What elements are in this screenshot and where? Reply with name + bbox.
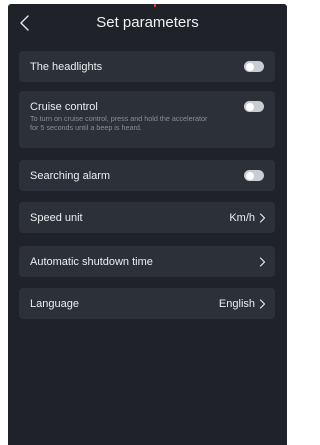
speed-unit-value: Km/h (229, 212, 255, 224)
cruise-description-line1: To turn on cruise control, press and hol… (30, 114, 208, 123)
language-value: English (218, 298, 255, 310)
setting-row-searching-alarm: Searching alarm (19, 160, 275, 191)
setting-label-searching-alarm: Searching alarm (30, 170, 111, 182)
toggle-knob (245, 171, 254, 180)
setting-row-cruise-control: Cruise control To turn on cruise control… (19, 91, 275, 148)
setting-label-cruise-control: Cruise control (30, 101, 98, 113)
chevron-right-icon (259, 257, 266, 267)
setting-label-language: Language (30, 298, 79, 310)
searching-alarm-toggle[interactable] (244, 170, 264, 181)
toggle-knob (245, 102, 254, 111)
setting-label-shutdown-time: Automatic shutdown time (30, 256, 153, 268)
settings-screen: Set parameters The headlights Cruise con… (8, 4, 287, 445)
chevron-right-icon (259, 299, 266, 309)
setting-label-headlights: The headlights (30, 61, 103, 73)
headlights-toggle[interactable] (244, 61, 264, 72)
cruise-control-toggle[interactable] (244, 101, 264, 112)
toggle-knob (245, 62, 254, 71)
cruise-control-description: To turn on cruise control, press and hol… (30, 114, 245, 132)
setting-label-speed-unit: Speed unit (30, 212, 83, 224)
setting-row-language[interactable]: Language English (19, 288, 275, 319)
setting-row-headlights: The headlights (19, 51, 275, 82)
page-title: Set parameters (96, 14, 199, 31)
header-bar: Set parameters (8, 4, 287, 42)
setting-row-shutdown-time[interactable]: Automatic shutdown time (19, 246, 275, 277)
cruise-description-line2: for 5 seconds until a beep is heard. (30, 123, 142, 132)
setting-row-speed-unit[interactable]: Speed unit Km/h (19, 202, 275, 233)
chevron-right-icon (259, 213, 266, 223)
